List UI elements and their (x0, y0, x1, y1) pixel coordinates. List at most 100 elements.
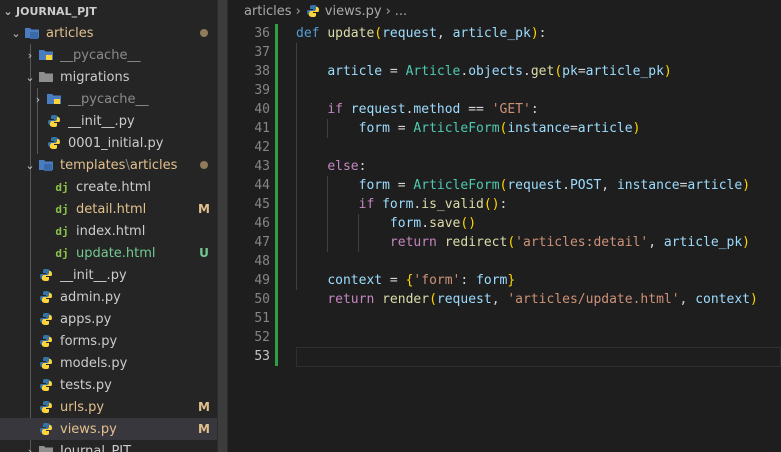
python-icon (38, 421, 54, 437)
tree-item-label: Journal_PJT (60, 443, 132, 452)
tree-item-label: 0001_initial.py (68, 135, 164, 151)
tree-item-label: tests.py (60, 377, 112, 393)
folder-icon (46, 91, 62, 107)
tree-item-pycache[interactable]: › __pycache__ (0, 44, 217, 66)
breadcrumb-file[interactable]: views.py (325, 4, 382, 19)
tree-item-label: __pycache__ (68, 91, 149, 107)
code-line: 50 return render(request, 'articles/upda… (228, 290, 781, 309)
tree-item-label: create.html (76, 179, 152, 195)
explorer-root[interactable]: ⌄ JOURNAL_PJT (0, 0, 217, 22)
explorer-scrollbar[interactable] (217, 0, 228, 452)
code-text: form = ArticleForm(instance=article) (358, 121, 641, 136)
line-number: 47 (254, 235, 270, 250)
tree-item-detail-html[interactable]: dj detail.html M (0, 198, 217, 220)
breadcrumb-more[interactable]: ... (395, 4, 407, 19)
chevron-right-icon: › (27, 444, 33, 452)
explorer-sidebar: ⌄ JOURNAL_PJT ⌄ articles › __pycache__ ⌄… (0, 0, 217, 452)
tree-item-label: migrations (60, 69, 130, 85)
line-number: 44 (254, 178, 270, 193)
line-number: 37 (254, 45, 270, 60)
modified-dot (195, 158, 213, 172)
tree-item-label: models.py (60, 355, 128, 371)
tree-item-0001-initial[interactable]: 0001_initial.py (0, 132, 217, 154)
chevron-down-icon: ⌄ (11, 26, 21, 40)
chevron-right-icon: › (385, 3, 391, 19)
tree-item-forms-py[interactable]: forms.py (0, 330, 217, 352)
chevron-down-icon: ⌄ (25, 70, 35, 84)
code-line: 37 (228, 43, 781, 62)
tree-item-label: forms.py (60, 333, 118, 349)
scrollbar-thumb[interactable] (218, 0, 227, 452)
tree-item-label: articles (129, 157, 178, 173)
tree-item-label: update.html (76, 245, 156, 261)
git-status-badge: U (199, 246, 209, 260)
code-editor[interactable]: articles › views.py › ... 36 def update(r… (228, 0, 781, 452)
tree-item-templates-articles[interactable]: ⌄ templates\articles (0, 154, 217, 176)
tree-item-urls-py[interactable]: urls.py M (0, 396, 217, 418)
chevron-down-icon: ⌄ (25, 158, 35, 172)
line-number: 45 (254, 197, 270, 212)
tree-item-apps-py[interactable]: apps.py (0, 308, 217, 330)
code-line: 46 form.save() (228, 214, 781, 233)
line-number: 50 (254, 292, 270, 307)
line-number: 39 (254, 83, 270, 98)
line-number: 48 (254, 254, 270, 269)
code-text: article = Article.objects.get(pk=article… (327, 64, 672, 79)
code-line: 40 if request.method == 'GET': (228, 100, 781, 119)
python-icon (38, 267, 54, 283)
tree-item-pycache[interactable]: › __pycache__ (0, 88, 217, 110)
django-icon: dj (55, 224, 69, 238)
breadcrumb-folder[interactable]: articles (244, 4, 292, 19)
tree-item-tests-py[interactable]: tests.py (0, 374, 217, 396)
django-icon: dj (55, 202, 69, 216)
git-status-badge: M (198, 400, 210, 414)
code-line: 51 (228, 309, 781, 328)
tree-item-journal-pjt[interactable]: › Journal_PJT (0, 440, 217, 452)
line-number: 49 (254, 273, 270, 288)
chevron-right-icon: › (295, 3, 301, 19)
code-line: 53 (228, 347, 781, 366)
code-line: 52 (228, 328, 781, 347)
tree-item-init-py[interactable]: __init__.py (0, 264, 217, 286)
line-number: 51 (254, 311, 270, 326)
code-text: if form.is_valid(): (358, 197, 508, 212)
python-icon (46, 113, 62, 129)
tree-item-migrations[interactable]: ⌄ migrations (0, 66, 217, 88)
line-number: 42 (254, 140, 270, 155)
tree-item-label: admin.py (60, 289, 121, 305)
chevron-right-icon: › (35, 92, 41, 106)
line-number: 41 (254, 121, 270, 136)
code-text: if request.method == 'GET': (327, 102, 539, 117)
tree-item-views-py[interactable]: views.py M (0, 418, 217, 440)
tree-item-update-html[interactable]: dj update.html U (0, 242, 217, 264)
tree-item-admin-py[interactable]: admin.py (0, 286, 217, 308)
tree-item-label: index.html (76, 223, 146, 239)
code-text: def update(request, article_pk): (296, 26, 547, 41)
tree-item-index-html[interactable]: dj index.html (0, 220, 217, 242)
tree-item-label: views.py (60, 421, 117, 437)
tree-item-init-py[interactable]: __init__.py (0, 110, 217, 132)
code-line: 39 (228, 81, 781, 100)
modified-dot (195, 26, 213, 40)
code-text: context = {'form': form} (327, 273, 516, 288)
line-number: 52 (254, 330, 270, 345)
line-number: 46 (254, 216, 270, 231)
python-icon (38, 311, 54, 327)
code-line: 49 context = {'form': form} (228, 271, 781, 290)
explorer-root-label: JOURNAL_PJT (16, 4, 97, 18)
folder-open-icon (24, 25, 40, 41)
tree-item-models-py[interactable]: models.py (0, 352, 217, 374)
tree-item-label: templates (60, 157, 126, 173)
code-text: else: (327, 159, 367, 174)
tree-item-label: articles (46, 25, 94, 41)
chevron-down-icon: ⌄ (3, 4, 13, 18)
folder-open-icon (38, 69, 54, 85)
tree-item-create-html[interactable]: dj create.html (0, 176, 217, 198)
line-number: 36 (254, 26, 270, 41)
code-line: 48 (228, 252, 781, 271)
tree-item-articles[interactable]: ⌄ articles (0, 22, 217, 44)
code-line: 36 def update(request, article_pk): (228, 24, 781, 43)
breadcrumb: articles › views.py › ... (228, 0, 781, 22)
line-number: 43 (254, 159, 270, 174)
folder-icon (38, 47, 54, 63)
